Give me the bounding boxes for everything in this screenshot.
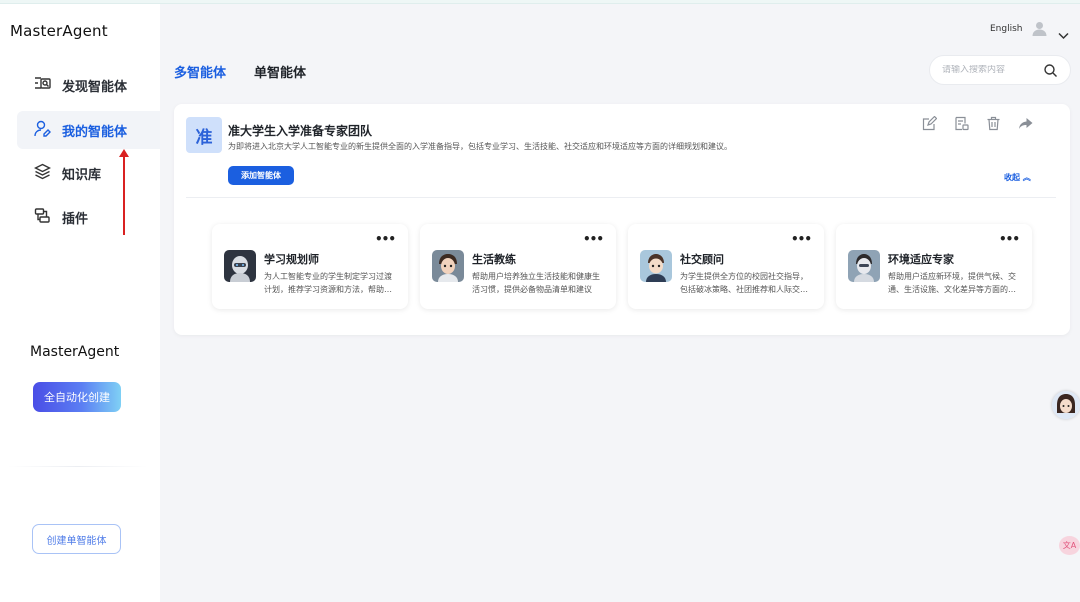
sidebar-item-plugins[interactable]: 插件 (17, 198, 160, 236)
sidebar-item-my-agents[interactable]: 我的智能体 (17, 111, 160, 149)
divider (8, 466, 148, 467)
agent-avatar (432, 250, 464, 282)
user-agent-icon (34, 120, 51, 141)
agent-name: 生活教练 (472, 253, 516, 266)
agent-avatar (848, 250, 880, 282)
more-options-icon[interactable]: ••• (999, 232, 1020, 246)
agent-description: 帮助用户适应新环境，提供气候、交通、生活设施、文化差异等方面的指导 (888, 272, 1016, 294)
collapse-label: 收起 (1004, 173, 1020, 182)
agent-avatar (224, 250, 256, 282)
sidebar-item-label: 我的智能体 (62, 124, 128, 140)
layers-icon (33, 163, 52, 184)
agent-card[interactable]: ••• 学习规划师 为人工智能专业的学生制定学习过渡计划，推荐学习资源和方法，帮… (212, 224, 408, 309)
divider (186, 197, 1056, 198)
sidebar-item-label: 插件 (62, 211, 89, 227)
agent-card[interactable]: ••• 社交顾问 为学生提供全方位的校园社交指导，包括破冰策略、社团推荐和人际交… (628, 224, 824, 309)
chevron-down-icon[interactable] (1058, 25, 1069, 40)
agent-card[interactable]: ••• 环境适应专家 帮助用户适应新环境，提供气候、交通、生活设施、文化差异等方… (836, 224, 1032, 309)
sidebar-item-label: 知识库 (62, 167, 102, 183)
more-options-icon[interactable]: ••• (375, 232, 396, 246)
search-icon[interactable] (1044, 64, 1057, 77)
user-avatar-icon[interactable] (1032, 21, 1047, 36)
agent-name: 环境适应专家 (888, 253, 954, 266)
discover-icon (34, 75, 51, 96)
tab-single-agent[interactable]: 单智能体 (254, 62, 306, 81)
agent-card[interactable]: ••• 生活教练 帮助用户培养独立生活技能和健康生活习惯，提供必备物品清单和建议 (420, 224, 616, 309)
agent-description: 为人工智能专业的学生制定学习过渡计划，推荐学习资源和方法，帮助学生顺利过渡 (264, 272, 392, 294)
team-actions (922, 115, 1033, 131)
app-logo: MasterAgent (10, 22, 108, 40)
sidebar-item-knowledge[interactable]: 知识库 (17, 154, 160, 192)
top-bar-line (0, 0, 1080, 4)
add-agent-button[interactable]: 添加智能体 (228, 166, 294, 185)
language-switch[interactable]: English (990, 24, 1023, 34)
translate-icon[interactable]: 文A (1059, 536, 1080, 555)
create-single-agent-button[interactable]: 创建单智能体 (32, 524, 121, 554)
brand-logo: MasterAgent (30, 344, 120, 360)
agent-name: 社交顾问 (680, 253, 724, 266)
sidebar-item-discover[interactable]: 发现智能体 (17, 66, 160, 104)
sidebar: MasterAgent 发现智能体 我的智能体 知识库 插件 MasterAge… (0, 4, 160, 602)
team-name: 准大学生入学准备专家团队 (228, 124, 373, 138)
team-description: 为即将进入北京大学人工智能专业的新生提供全面的入学准备指导，包括专业学习、生活技… (228, 142, 732, 151)
report-icon[interactable] (954, 116, 969, 131)
more-options-icon[interactable]: ••• (791, 232, 812, 246)
search-input[interactable] (942, 65, 1042, 75)
assistant-avatar-button[interactable] (1052, 391, 1080, 419)
chevron-up-icon: ︽ (1022, 173, 1031, 182)
share-icon[interactable] (1018, 116, 1033, 131)
team-avatar: 准 (186, 117, 222, 153)
agent-description: 帮助用户培养独立生活技能和健康生活习惯，提供必备物品清单和建议 (472, 272, 600, 294)
plugin-icon (34, 207, 51, 228)
sidebar-item-label: 发现智能体 (62, 79, 128, 95)
agent-name: 学习规划师 (264, 253, 319, 266)
annotation-arrow (123, 154, 125, 235)
agent-description: 为学生提供全方位的校园社交指导，包括破冰策略、社团推荐和人际交往建议 (680, 272, 808, 294)
search-box (929, 55, 1071, 85)
delete-icon[interactable] (986, 116, 1001, 131)
collapse-toggle[interactable]: 收起 ︽ (1004, 172, 1031, 183)
agent-avatar (640, 250, 672, 282)
auto-create-button[interactable]: 全自动化创建 (33, 382, 121, 412)
team-card: 准 准大学生入学准备专家团队 为即将进入北京大学人工智能专业的新生提供全面的入学… (174, 104, 1070, 335)
tab-multi-agent[interactable]: 多智能体 (174, 62, 226, 81)
edit-icon[interactable] (922, 115, 938, 131)
more-options-icon[interactable]: ••• (583, 232, 604, 246)
